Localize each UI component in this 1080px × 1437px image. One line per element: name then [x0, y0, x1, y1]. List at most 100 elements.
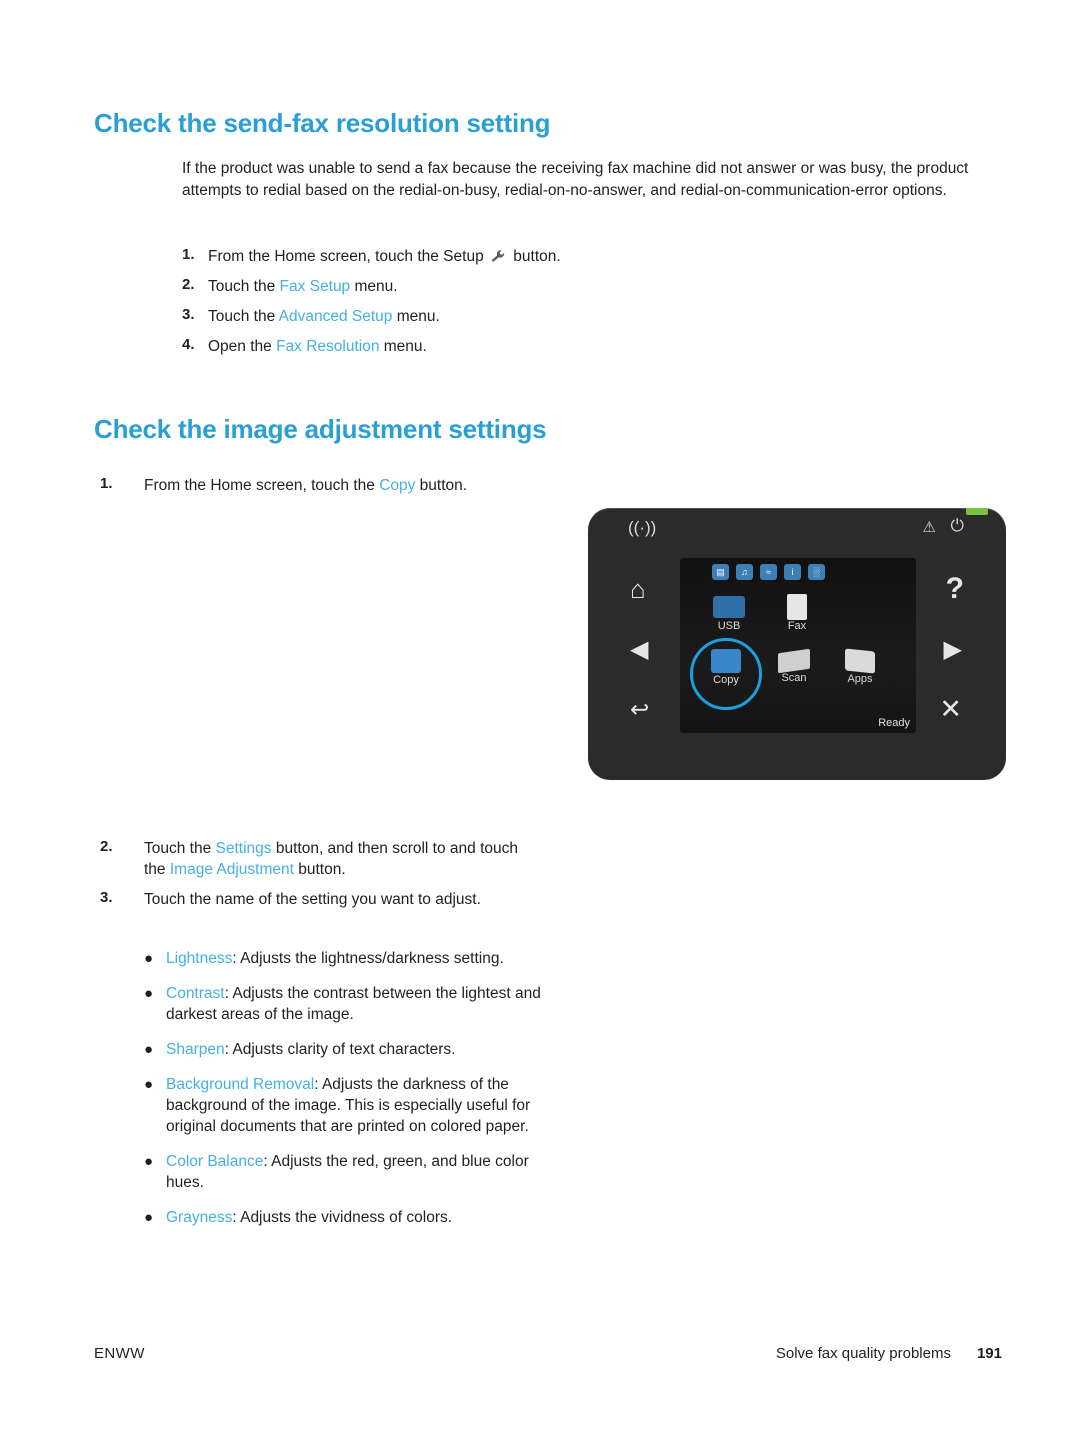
list-item: 3. Touch the Advanced Setup menu. — [182, 306, 882, 327]
image-adjustment-steps-first: 1. From the Home screen, touch the Copy … — [100, 475, 570, 505]
setting-description: : Adjusts clarity of text characters. — [224, 1041, 456, 1058]
control-panel-illustration: ((·)) ⚠ ⏻ ⌂ ◀ ↩ ? ▶ ✕ ▤ ♫ ≈ i ░ USB Fax — [588, 508, 1006, 780]
step-text-pre: Open the — [208, 338, 277, 355]
tile-label: Fax — [787, 620, 807, 632]
image-adjustment-steps-rest: 2. Touch the Settings button, and then s… — [100, 838, 530, 919]
wireless-icon: ((·)) — [628, 518, 657, 537]
step-number: 1. — [100, 475, 113, 492]
list-item: ● Background Removal: Adjusts the darkne… — [144, 1074, 564, 1137]
step-number: 3. — [182, 306, 195, 323]
step-text: Touch the Settings button, and then scro… — [144, 838, 530, 880]
step-number: 2. — [100, 838, 113, 855]
step-text: Touch the Fax Setup menu. — [208, 276, 398, 297]
cancel-button[interactable]: ✕ — [939, 696, 962, 723]
home-button[interactable]: ⌂ — [630, 576, 646, 602]
bullet-text: Grayness: Adjusts the vividness of color… — [166, 1207, 452, 1228]
warning-icon: ⚠ — [922, 519, 936, 536]
list-item: 3. Touch the name of the setting you wan… — [100, 889, 530, 910]
list-item: 2. Touch the Settings button, and then s… — [100, 838, 530, 880]
list-item: 4. Open the Fax Resolution menu. — [182, 336, 882, 357]
step-number: 2. — [182, 276, 195, 293]
step-text-pre: Touch the — [144, 840, 216, 857]
list-item: ● Grayness: Adjusts the vividness of col… — [144, 1207, 564, 1228]
step-text-pre: From the Home screen, touch the — [144, 477, 380, 494]
step-text: Touch the Advanced Setup menu. — [208, 306, 440, 327]
status-icon: ≈ — [760, 564, 777, 580]
page-number: 191 — [976, 1345, 1002, 1362]
step-text-post: menu. — [379, 338, 427, 355]
step-number: 1. — [182, 246, 195, 263]
document-page: Check the send-fax resolution setting If… — [0, 0, 1080, 1437]
lcd-screen[interactable]: ▤ ♫ ≈ i ░ USB Fax Copy Scan Apps Ready — [680, 558, 916, 733]
list-item: 2. Touch the Fax Setup menu. — [182, 276, 882, 297]
list-item: ● Contrast: Adjusts the contrast between… — [144, 983, 564, 1025]
tile-usb[interactable]: USB — [700, 592, 758, 632]
bullet-text: Contrast: Adjusts the contrast between t… — [166, 983, 564, 1025]
menu-reference: Advanced Setup — [278, 308, 393, 325]
list-item: 1. From the Home screen, touch the Setup… — [182, 246, 882, 267]
tile-fax[interactable]: Fax — [768, 592, 826, 632]
intro-paragraph: If the product was unable to send a fax … — [182, 160, 969, 199]
step-text-pre: Touch the — [208, 308, 279, 325]
right-arrow-button[interactable]: ▶ — [944, 638, 962, 662]
setting-description: : Adjusts the lightness/darkness setting… — [232, 950, 504, 967]
tile-scan[interactable]: Scan — [765, 646, 823, 684]
setting-name: Sharpen — [166, 1041, 225, 1058]
apps-icon — [845, 648, 875, 674]
tile-apps[interactable]: Apps — [831, 646, 889, 685]
setting-name: Background Removal — [166, 1076, 315, 1093]
lcd-status-text: Ready — [878, 717, 910, 729]
fax-icon — [787, 594, 807, 620]
copy-highlight-circle — [690, 638, 762, 710]
left-arrow-button[interactable]: ◀ — [630, 638, 648, 662]
image-adjustment-settings-list: ● Lightness: Adjusts the lightness/darkn… — [144, 948, 564, 1242]
setting-name: Color Balance — [166, 1153, 264, 1170]
setting-description: : Adjusts the vividness of colors. — [232, 1209, 453, 1226]
status-icon: i — [784, 564, 801, 580]
step-text-post: button. — [293, 861, 346, 878]
footer-right: Solve fax quality problems 191 — [776, 1345, 1002, 1362]
list-item: ● Lightness: Adjusts the lightness/darkn… — [144, 948, 564, 969]
footer-section-title: Solve fax quality problems — [775, 1345, 951, 1362]
wrench-icon — [490, 248, 507, 262]
bullet-marker: ● — [144, 950, 154, 967]
bullet-marker: ● — [144, 1076, 154, 1093]
step-number: 3. — [100, 889, 113, 906]
tile-label: USB — [717, 620, 741, 632]
bullet-text: Lightness: Adjusts the lightness/darknes… — [166, 948, 504, 969]
bullet-text: Background Removal: Adjusts the darkness… — [166, 1074, 564, 1137]
usb-icon — [713, 596, 745, 618]
step-text-pre: From the Home screen, touch the Setup — [208, 248, 488, 265]
step-number: 4. — [182, 336, 195, 353]
step-text-post: menu. — [392, 308, 440, 325]
step-text: From the Home screen, touch the Setup bu… — [208, 246, 561, 267]
power-icon: ⏻ — [950, 516, 964, 535]
step-text-post: button. — [415, 477, 468, 494]
status-icon-row: ▤ ♫ ≈ i ░ — [712, 564, 825, 580]
step-text-post: menu. — [350, 278, 398, 295]
status-icon: ▤ — [712, 564, 729, 580]
back-button[interactable]: ↩ — [630, 698, 649, 721]
menu-reference: Fax Resolution — [276, 338, 380, 355]
menu-reference: Copy — [379, 477, 416, 494]
step-text: From the Home screen, touch the Copy but… — [144, 475, 467, 496]
menu-reference-2: Image Adjustment — [169, 861, 294, 878]
setting-name: Lightness — [166, 950, 233, 967]
step-text-post: button. — [509, 248, 561, 265]
help-button[interactable]: ? — [946, 574, 964, 604]
tile-label: Scan — [781, 672, 807, 684]
bullet-marker: ● — [144, 985, 154, 1002]
menu-reference: Fax Setup — [279, 278, 351, 295]
step-text: Touch the name of the setting you want t… — [144, 891, 481, 908]
setting-name: Grayness — [166, 1209, 233, 1226]
step-text: Open the Fax Resolution menu. — [208, 336, 427, 357]
page-title-image-adjustment: Check the image adjustment settings — [94, 414, 547, 444]
menu-reference: Settings — [215, 840, 272, 857]
tile-label: Apps — [847, 673, 873, 685]
list-item: 1. From the Home screen, touch the Copy … — [100, 475, 570, 496]
footer-left: ENWW — [94, 1345, 145, 1362]
status-icon: ░ — [808, 564, 825, 580]
status-led — [966, 508, 988, 515]
bullet-text: Sharpen: Adjusts clarity of text charact… — [166, 1039, 455, 1060]
send-fax-steps-list: 1. From the Home screen, touch the Setup… — [182, 246, 882, 366]
